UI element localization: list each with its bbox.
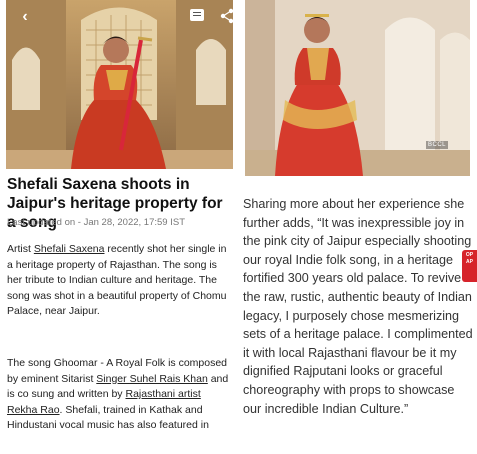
last-updated-timestamp: Last updated on - Jan 28, 2022, 17:59 IS… xyxy=(7,217,185,228)
article-hero-photo: ‹ xyxy=(6,0,233,169)
share-icon[interactable] xyxy=(218,8,233,26)
side-open-app-tab[interactable]: OP AP xyxy=(462,250,477,282)
right-article-panel: BCCL Sharing more about her experience s… xyxy=(236,0,477,454)
comment-icon[interactable] xyxy=(190,9,204,21)
back-chevron-icon[interactable]: ‹ xyxy=(16,8,34,26)
article-paragraph-1: Artist Shefali Saxena recently shot her … xyxy=(7,242,233,320)
link-suhel-rais-khan[interactable]: Singer Suhel Rais Khan xyxy=(96,373,208,385)
quote-paragraph: Sharing more about her experience she fu… xyxy=(243,197,473,416)
text-span: Artist xyxy=(7,243,34,255)
photo-watermark: BCCL xyxy=(426,141,449,149)
woman-in-palace-image xyxy=(245,0,470,176)
article-second-photo: BCCL xyxy=(245,0,470,176)
article-paragraph-2: The song Ghoomar - A Royal Folk is compo… xyxy=(7,356,233,434)
left-article-panel: ‹ Shefali Saxena shoots in Jaipur's heri… xyxy=(0,0,236,454)
woman-with-sword-image xyxy=(6,0,233,169)
artist-link-shefali-saxena[interactable]: Shefali Saxena xyxy=(34,243,105,255)
